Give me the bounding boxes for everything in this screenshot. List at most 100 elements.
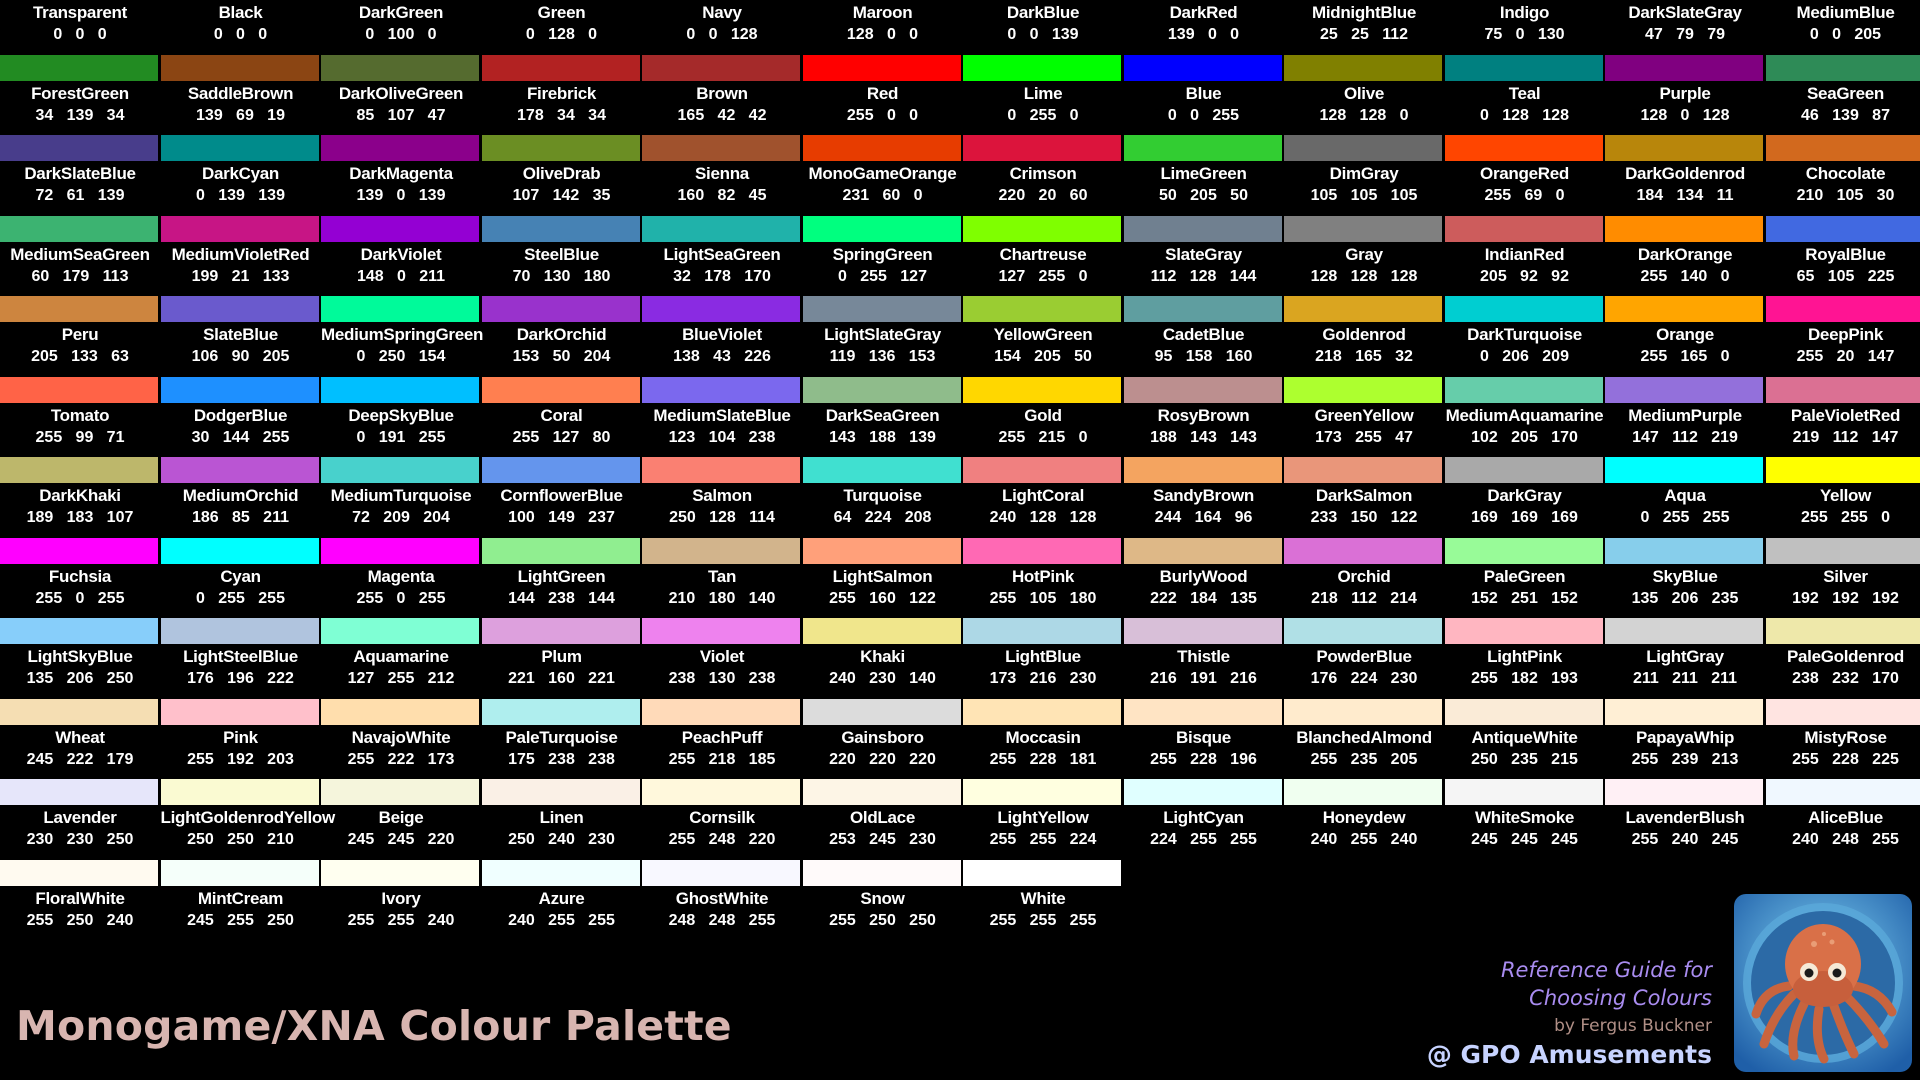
colour-swatch xyxy=(481,859,640,886)
colour-rgb-values: 238 232 170 xyxy=(1792,670,1899,687)
colour-cell-dimgray: DimGray 105 105 105 xyxy=(1284,135,1444,215)
colour-cell-palevioletred: PaleVioletRed 219 112 147 xyxy=(1765,376,1920,457)
colour-name: Tomato xyxy=(50,405,110,425)
colour-swatch xyxy=(1123,779,1282,805)
colour-rgb-values: 218 112 214 xyxy=(1311,589,1417,607)
colour-rgb-values: 240 255 255 xyxy=(508,911,615,929)
colour-swatch xyxy=(642,537,800,564)
colour-swatch xyxy=(1123,215,1282,242)
colour-cell-antiquewhite: AntiqueWhite 250 235 215 xyxy=(1444,698,1605,779)
colour-rgb-values: 219 112 147 xyxy=(1792,428,1899,446)
colour-cell-plum: Plum 221 160 221 xyxy=(481,618,642,698)
colour-swatch xyxy=(1605,376,1763,403)
colour-swatch xyxy=(160,537,319,564)
colour-cell-darkorange: DarkOrange 255 140 0 xyxy=(1605,215,1765,296)
colour-name: Turquoise xyxy=(843,486,922,505)
colour-name: DarkTurquoise xyxy=(1467,325,1582,344)
colour-name: Wheat xyxy=(55,727,105,747)
colour-swatch xyxy=(1123,618,1282,644)
colour-name: MediumAquamarine xyxy=(1445,405,1604,425)
colour-swatch xyxy=(1444,618,1603,644)
colour-name: PowderBlue xyxy=(1316,647,1412,666)
colour-swatch xyxy=(1123,537,1282,564)
colour-swatch xyxy=(963,296,1121,322)
colour-swatch xyxy=(321,376,479,403)
colour-cell-burlywood: BurlyWood 222 184 135 xyxy=(1123,537,1284,618)
colour-name: DarkMagenta xyxy=(349,164,453,183)
colour-cell-moccasin: Moccasin 255 228 181 xyxy=(963,698,1123,779)
colour-rgb-values: 0 0 255 xyxy=(1167,106,1240,124)
colour-cell-ivory: Ivory 255 255 240 xyxy=(321,859,481,940)
colour-name: ForestGreen xyxy=(31,83,129,103)
colour-rgb-values: 210 180 140 xyxy=(668,589,776,607)
colour-swatch xyxy=(1444,296,1603,322)
colour-swatch xyxy=(963,698,1121,725)
colour-swatch xyxy=(1284,618,1442,644)
colour-name: MediumOrchid xyxy=(182,486,299,505)
colour-swatch xyxy=(1765,618,1920,644)
colour-swatch xyxy=(642,859,800,886)
colour-cell-mediumseagreen: MediumSeaGreen 60 179 113 xyxy=(0,215,160,296)
colour-swatch xyxy=(160,779,319,805)
colour-rgb-values: 148 0 211 xyxy=(356,267,446,285)
colour-name: DarkOrchid xyxy=(516,325,607,344)
colour-name: Pink xyxy=(223,727,258,747)
colour-rgb-values: 112 128 144 xyxy=(1150,267,1257,285)
octopus-logo-image xyxy=(1734,894,1912,1072)
colour-swatch xyxy=(642,618,800,644)
colour-rgb-values: 255 0 255 xyxy=(35,589,125,607)
colour-swatch xyxy=(481,537,640,564)
colour-name: DarkCyan xyxy=(202,164,279,183)
colour-cell-mediumvioletred: MediumVioletRed 199 21 133 xyxy=(160,215,321,296)
colour-swatch xyxy=(1284,215,1442,242)
colour-name: Linen xyxy=(539,808,584,827)
colour-rgb-values: 46 139 87 xyxy=(1801,106,1890,124)
colour-swatch xyxy=(481,376,640,403)
colour-rgb-values: 139 0 0 xyxy=(1167,26,1240,43)
colour-swatch xyxy=(481,54,640,81)
colour-cell-mediumaquamarine: MediumAquamarine 102 205 170 xyxy=(1444,376,1605,457)
colour-cell-mintcream: MintCream 245 255 250 xyxy=(160,859,321,940)
colour-cell-olive: Olive 128 128 0 xyxy=(1284,54,1444,135)
colour-name: Firebrick xyxy=(526,83,597,103)
colour-name: DodgerBlue xyxy=(193,405,288,425)
colour-cell-tomato: Tomato 255 99 71 xyxy=(0,376,160,457)
colour-name: MediumBlue xyxy=(1796,3,1895,22)
colour-name: Blue xyxy=(1185,83,1222,103)
colour-cell-seagreen: SeaGreen 46 139 87 xyxy=(1765,54,1920,135)
colour-cell-orchid: Orchid 218 112 214 xyxy=(1284,537,1444,618)
colour-cell-transparent: Transparent 0 0 0 xyxy=(0,0,160,54)
colour-cell-lightslategray: LightSlateGray 119 136 153 xyxy=(802,296,963,376)
colour-swatch xyxy=(1284,54,1442,81)
colour-name: DeepSkyBlue xyxy=(348,405,454,425)
colour-cell-teal: Teal 0 128 128 xyxy=(1444,54,1605,135)
colour-cell-mediumorchid: MediumOrchid 186 85 211 xyxy=(160,457,321,537)
colour-swatch xyxy=(0,537,158,564)
colour-cell-tan: Tan 210 180 140 xyxy=(642,537,802,618)
colour-rgb-values: 220 20 60 xyxy=(998,187,1088,204)
colour-swatch xyxy=(0,618,158,644)
colour-cell-yellow: Yellow 255 255 0 xyxy=(1765,457,1920,537)
colour-cell-blueviolet: BlueViolet 138 43 226 xyxy=(642,296,802,376)
guide-subtitle-line2: Choosing Colours xyxy=(1529,986,1712,1010)
colour-cell-hotpink: HotPink 255 105 180 xyxy=(963,537,1123,618)
colour-name: DarkGreen xyxy=(358,3,444,22)
colour-cell-darkred: DarkRed 139 0 0 xyxy=(1124,0,1284,54)
colour-name: Goldenrod xyxy=(1322,325,1406,344)
colour-rgb-values: 240 230 140 xyxy=(829,670,936,687)
colour-swatch xyxy=(1765,376,1920,403)
colour-rgb-values: 47 79 79 xyxy=(1644,26,1726,43)
colour-swatch xyxy=(1605,215,1763,242)
colour-cell-lightcoral: LightCoral 240 128 128 xyxy=(963,457,1123,537)
colour-rgb-values: 255 0 255 xyxy=(356,589,446,607)
colour-swatch xyxy=(802,618,961,644)
colour-cell-lightcyan: LightCyan 224 255 255 xyxy=(1123,779,1284,859)
colour-rgb-values: 255 239 213 xyxy=(1631,750,1739,768)
colour-swatch xyxy=(963,859,1121,886)
colour-name: MediumSpringGreen xyxy=(321,325,484,344)
colour-swatch xyxy=(963,457,1121,483)
colour-rgb-values: 255 140 0 xyxy=(1640,267,1730,285)
colour-name: White xyxy=(1020,888,1066,908)
colour-rgb-values: 176 196 222 xyxy=(187,670,294,687)
colour-swatch xyxy=(1284,296,1442,322)
